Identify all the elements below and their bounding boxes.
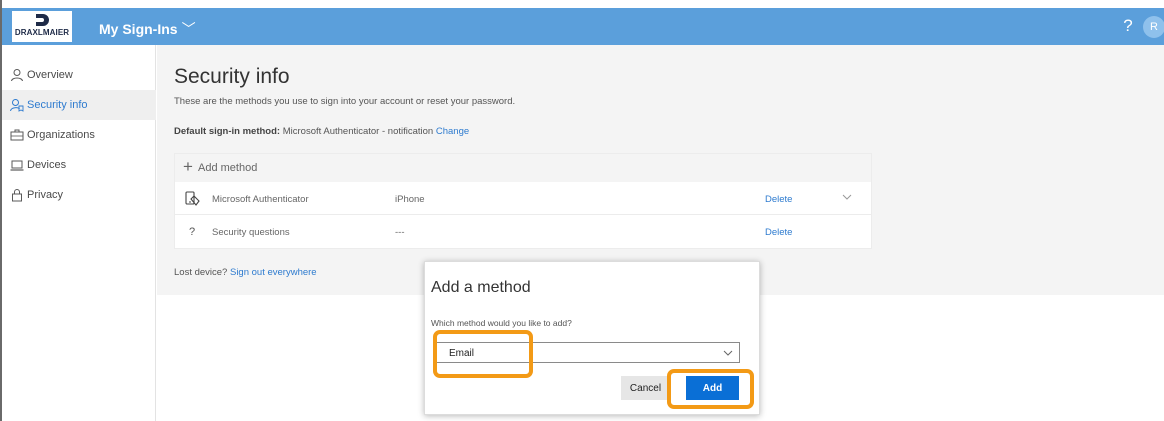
methods-list: + Add method Microsoft Authenticator iPh…: [174, 153, 872, 249]
delete-method-link[interactable]: Delete: [765, 227, 792, 238]
help-icon[interactable]: ?: [1120, 16, 1136, 36]
security-info-icon: [10, 99, 24, 112]
chevron-down-icon: [723, 350, 733, 356]
sidebar-item-devices[interactable]: Devices: [2, 150, 156, 180]
delete-method-link[interactable]: Delete: [765, 194, 792, 205]
app-title: My Sign-Ins: [99, 21, 178, 37]
sidebar-item-label: Organizations: [27, 129, 95, 141]
sidebar-item-security-info[interactable]: Security info: [2, 90, 156, 120]
question-icon: ?: [189, 226, 196, 238]
change-default-link[interactable]: Change: [436, 126, 469, 137]
logo-mark-icon: [36, 14, 49, 26]
add-method-label: Add method: [198, 162, 258, 174]
app-title-menu[interactable]: My Sign-Ins ﹀: [99, 19, 196, 39]
method-detail: ---: [395, 227, 405, 238]
sidebar-item-label: Overview: [27, 69, 73, 81]
sidebar: Overview Security info Organizations Dev…: [2, 45, 156, 421]
default-method-value: Microsoft Authenticator - notification: [282, 126, 434, 137]
avatar[interactable]: R: [1143, 16, 1164, 38]
sidebar-item-privacy[interactable]: Privacy: [2, 180, 156, 210]
method-row-security-questions[interactable]: ? Security questions --- Delete: [175, 215, 871, 248]
default-sign-in-method: Default sign-in method: Microsoft Authen…: [174, 126, 469, 137]
dialog-title: Add a method: [431, 279, 531, 296]
lock-icon: [12, 189, 22, 202]
phone-icon: [185, 191, 200, 206]
top-bar: DRAXLMAIER My Sign-Ins ﹀ ? R: [2, 8, 1164, 45]
sign-out-everywhere-link[interactable]: Sign out everywhere: [230, 267, 317, 278]
sidebar-item-organizations[interactable]: Organizations: [2, 120, 156, 150]
sidebar-item-label: Privacy: [27, 189, 64, 201]
lost-device-text: Lost device? Sign out everywhere: [174, 267, 317, 278]
sidebar-item-label: Devices: [27, 159, 67, 171]
method-detail: iPhone: [395, 194, 425, 205]
laptop-icon: [10, 160, 24, 171]
person-icon: [11, 69, 23, 82]
default-method-label: Default sign-in method:: [174, 126, 281, 137]
sidebar-item-label: Security info: [27, 99, 88, 111]
page-description: These are the methods you use to sign in…: [174, 96, 516, 107]
highlight-select-callout: [433, 330, 533, 378]
sidebar-item-overview[interactable]: Overview: [2, 60, 156, 90]
highlight-add-callout: [667, 369, 754, 409]
page-title: Security info: [174, 65, 290, 88]
chevron-down-icon: ﹀: [181, 21, 196, 37]
plus-icon: +: [183, 157, 193, 176]
lost-device-label: Lost device?: [174, 267, 228, 278]
briefcase-icon: [10, 129, 24, 141]
method-name: Security questions: [212, 227, 290, 238]
cancel-button[interactable]: Cancel: [621, 376, 670, 400]
logo-wordmark: DRAXLMAIER: [14, 28, 70, 37]
method-row-authenticator[interactable]: Microsoft Authenticator iPhone Delete: [175, 182, 871, 215]
dialog-question: Which method would you like to add?: [431, 318, 572, 328]
chevron-down-icon[interactable]: [841, 191, 853, 203]
add-method-button[interactable]: + Add method: [175, 154, 871, 182]
company-logo: DRAXLMAIER: [12, 11, 72, 42]
method-name: Microsoft Authenticator: [212, 194, 309, 205]
